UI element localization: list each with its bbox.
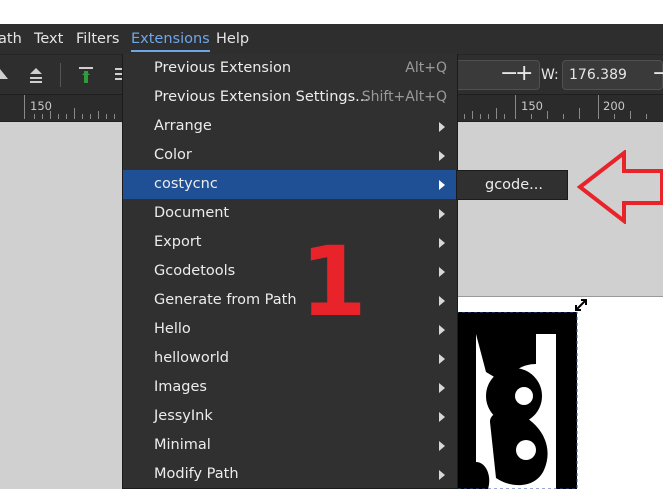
ruler-tick bbox=[547, 111, 548, 119]
menu-item-costycnc[interactable]: costycnc bbox=[123, 170, 457, 199]
extensions-menu: Previous Extension Alt+Q Previous Extens… bbox=[122, 54, 458, 489]
submenu-arrow-icon bbox=[439, 383, 445, 393]
ruler-tick bbox=[90, 114, 91, 119]
ruler-tick bbox=[614, 114, 615, 119]
menu-help[interactable]: Help bbox=[216, 24, 249, 54]
ruler-tick bbox=[58, 114, 59, 119]
resize-handle-icon[interactable] bbox=[574, 298, 588, 312]
menu-item-label: helloworld bbox=[154, 350, 229, 366]
ruler-tick bbox=[82, 114, 83, 119]
ruler-tick bbox=[598, 95, 599, 119]
menu-item-modify-path[interactable]: Modify Path bbox=[123, 460, 457, 489]
menu-item-export[interactable]: Export bbox=[123, 228, 457, 257]
menu-item-label: Hello bbox=[154, 321, 191, 337]
width-label: W: bbox=[541, 67, 559, 83]
submenu-arrow-icon bbox=[439, 267, 445, 277]
submenu-arrow-icon bbox=[439, 470, 445, 480]
submenu-arrow-icon bbox=[439, 209, 445, 219]
submenu-item-gcode[interactable]: gcode... bbox=[485, 177, 543, 193]
menu-item-document[interactable]: Document bbox=[123, 199, 457, 228]
ruler-tick bbox=[50, 111, 51, 119]
menu-item-arrange[interactable]: Arrange bbox=[123, 112, 457, 141]
menu-item-shortcut: Shift+Alt+Q bbox=[361, 89, 447, 105]
submenu-arrow-icon bbox=[439, 412, 445, 422]
submenu-arrow-icon bbox=[439, 122, 445, 132]
menu-item-hello[interactable]: Hello bbox=[123, 315, 457, 344]
submenu-arrow-icon bbox=[439, 238, 445, 248]
ruler-tick bbox=[630, 111, 631, 119]
width-field[interactable]: 176.389 bbox=[562, 60, 663, 90]
ruler-tick bbox=[464, 114, 465, 119]
ruler-tick bbox=[488, 114, 489, 119]
menu-path[interactable]: ath bbox=[0, 24, 22, 54]
menu-extensions[interactable]: Extensions bbox=[131, 24, 210, 52]
menu-bar: ath Text Filters Extensions Help bbox=[0, 24, 663, 54]
menu-item-previous-extension[interactable]: Previous Extension Alt+Q bbox=[123, 54, 457, 83]
submenu-arrow-icon bbox=[439, 325, 445, 335]
ruler-tick bbox=[98, 111, 99, 119]
ruler-tick bbox=[504, 114, 505, 119]
submenu-arrow-icon bbox=[439, 151, 445, 161]
ruler-tick bbox=[496, 108, 497, 119]
red-arrow-annotation bbox=[576, 150, 663, 224]
menu-item-label: Color bbox=[154, 147, 192, 163]
ruler-tick bbox=[66, 114, 67, 119]
ruler-tick bbox=[563, 114, 564, 119]
step-number-annotation: 1 bbox=[300, 226, 367, 338]
toolbar-separator bbox=[60, 63, 61, 87]
menu-item-shortcut: Alt+Q bbox=[405, 60, 447, 76]
increment-button[interactable]: + bbox=[515, 63, 533, 85]
submenu-arrow-icon bbox=[439, 354, 445, 364]
ruler-tick bbox=[74, 108, 75, 119]
ruler-tick bbox=[515, 95, 516, 119]
window-top-strip bbox=[0, 0, 663, 24]
menu-item-gcodetools[interactable]: Gcodetools bbox=[123, 257, 457, 286]
menu-filters[interactable]: Filters bbox=[76, 24, 119, 54]
submenu-arrow-icon bbox=[439, 441, 445, 451]
selected-ornament-shape[interactable] bbox=[456, 312, 578, 489]
menu-item-images[interactable]: Images bbox=[123, 373, 457, 402]
menu-item-label: JessyInk bbox=[154, 408, 213, 424]
menu-item-color[interactable]: Color bbox=[123, 141, 457, 170]
menu-item-label: costycnc bbox=[154, 176, 218, 192]
menu-item-jessyink[interactable]: JessyInk bbox=[123, 402, 457, 431]
ruler-tick bbox=[34, 114, 35, 119]
menu-item-label: Export bbox=[154, 234, 202, 250]
menu-item-label: Modify Path bbox=[154, 466, 239, 482]
submenu-arrow-icon bbox=[439, 180, 445, 190]
ruler-tick bbox=[480, 114, 481, 119]
menu-item-label: Document bbox=[154, 205, 230, 221]
menu-text[interactable]: Text bbox=[34, 24, 63, 54]
menu-item-generate-from-path[interactable]: Generate from Path bbox=[123, 286, 457, 315]
align-top-icon[interactable] bbox=[78, 66, 94, 84]
menu-item-label: Gcodetools bbox=[154, 263, 236, 279]
ruler-tick bbox=[24, 95, 25, 119]
submenu-arrow-icon bbox=[439, 296, 445, 306]
costycnc-submenu: gcode... bbox=[456, 170, 568, 200]
ruler-tick bbox=[531, 114, 532, 119]
ruler-tick bbox=[42, 114, 43, 119]
raise-icon[interactable] bbox=[28, 66, 44, 84]
menu-item-label: Generate from Path bbox=[154, 292, 297, 308]
ruler-label: 200 bbox=[603, 99, 625, 113]
menu-item-minimal[interactable]: Minimal bbox=[123, 431, 457, 460]
menu-item-helloworld[interactable]: helloworld bbox=[123, 344, 457, 373]
ruler-tick bbox=[114, 114, 115, 119]
ruler-tick bbox=[106, 114, 107, 119]
menu-item-previous-extension-settings[interactable]: Previous Extension Settings... Shift+Alt… bbox=[123, 83, 457, 112]
menu-item-label: Arrange bbox=[154, 118, 212, 134]
raise-to-top-icon[interactable] bbox=[0, 67, 10, 83]
menu-item-label: Images bbox=[154, 379, 207, 395]
width-decrement-button[interactable]: − bbox=[652, 63, 663, 85]
menu-item-label: Minimal bbox=[154, 437, 211, 453]
menu-item-label: Previous Extension bbox=[154, 60, 292, 76]
ruler-tick bbox=[472, 111, 473, 119]
ruler-label: 150 bbox=[521, 99, 543, 113]
ruler-label: 150 bbox=[30, 99, 52, 113]
ruler-tick bbox=[646, 114, 647, 119]
menu-item-label: Previous Extension Settings... bbox=[154, 89, 369, 105]
ruler-tick bbox=[579, 108, 580, 119]
